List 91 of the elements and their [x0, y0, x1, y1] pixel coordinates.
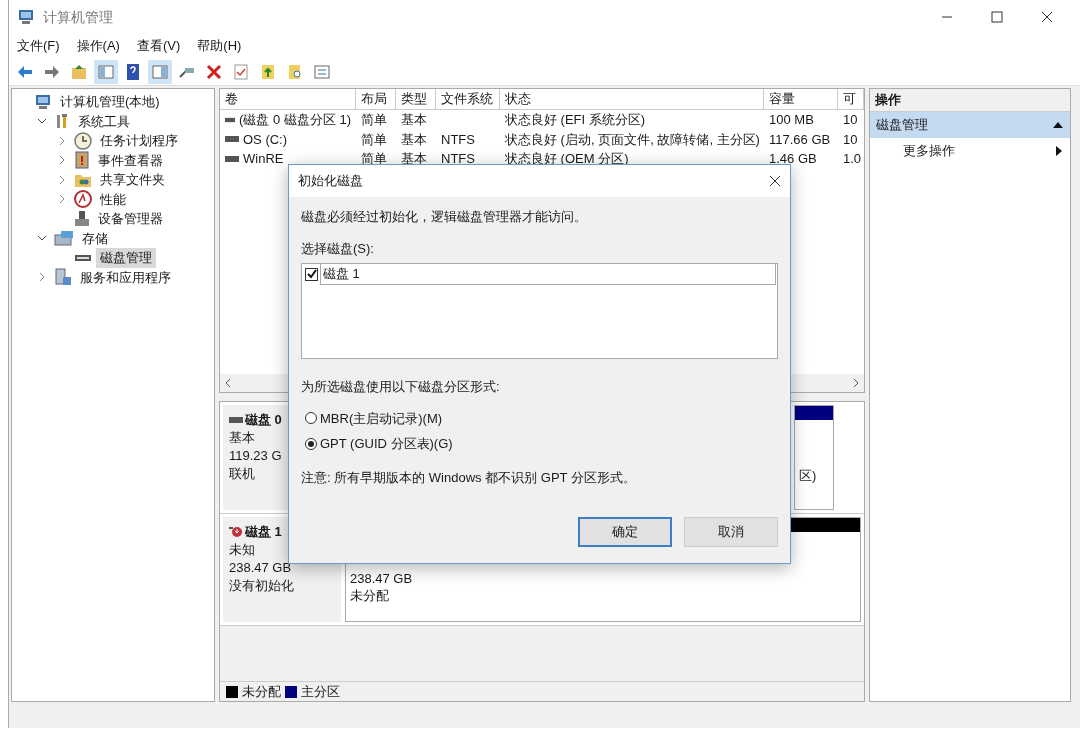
table-cell-text: 10 — [843, 111, 858, 129]
disk-info: 没有初始化 — [229, 577, 294, 595]
drive-icon — [74, 252, 92, 263]
column-header[interactable]: 布局 — [356, 89, 396, 109]
table-cell[interactable]: WinRE — [243, 149, 284, 169]
legend-label: 主分区 — [301, 682, 340, 701]
partition-block[interactable]: 区) — [794, 405, 834, 510]
disk-name: 磁盘 1 — [245, 523, 282, 541]
gauge-icon — [74, 190, 92, 209]
tree-item[interactable]: 设备管理器 — [94, 209, 167, 229]
legend-label: 未分配 — [242, 682, 281, 701]
column-header[interactable]: 文件系统 — [436, 89, 500, 109]
tree-item[interactable]: 计算机管理(本地) — [56, 92, 164, 112]
action-item[interactable]: 更多操作 — [870, 138, 1070, 164]
tree-item[interactable]: 性能 — [96, 189, 130, 209]
column-header[interactable]: 容量 — [764, 89, 838, 109]
checkbox[interactable] — [305, 267, 318, 281]
table-cell-text: 简单 — [361, 150, 387, 168]
tree-item[interactable]: 磁盘管理 — [96, 248, 156, 268]
dialog-title: 初始化磁盘 — [298, 172, 363, 191]
disk-name: 磁盘 0 — [245, 411, 282, 429]
drive-icon — [225, 116, 236, 123]
cancel-button[interactable]: 取消 — [684, 517, 778, 547]
action-section[interactable]: 磁盘管理 — [870, 112, 1070, 138]
collapse-icon[interactable] — [1052, 121, 1064, 129]
column-header[interactable]: 类型 — [396, 89, 436, 109]
services-icon — [54, 268, 72, 287]
table-cell-text: 1.46 GB — [769, 150, 817, 168]
computer-icon — [34, 93, 52, 110]
partition-info: 区) — [799, 467, 817, 484]
table-cell[interactable]: OS (C:) — [243, 129, 288, 149]
disk-info: 未知 — [229, 541, 255, 559]
actions-header: 操作 — [870, 89, 1070, 112]
scroll-left-icon[interactable] — [224, 378, 232, 388]
dialog-message: 磁盘必须经过初始化，逻辑磁盘管理器才能访问。 — [301, 208, 587, 226]
list-item[interactable]: 磁盘 1 — [320, 263, 776, 285]
clock-icon — [74, 131, 92, 150]
tree-item[interactable]: 任务计划程序 — [96, 131, 182, 151]
tree-item[interactable]: 共享文件夹 — [96, 170, 169, 190]
table-cell-text: 1.0 — [843, 150, 862, 168]
menu-item[interactable]: 帮助(H) — [197, 36, 242, 56]
column-header[interactable]: 卷 — [220, 89, 356, 109]
table-cell-text: 100 MB — [769, 111, 814, 129]
radio-button[interactable] — [305, 412, 317, 425]
dialog-prompt: 为所选磁盘使用以下磁盘分区形式: — [301, 378, 500, 396]
menu-item[interactable]: 文件(F) — [17, 36, 60, 56]
tree-item[interactable]: 事件查看器 — [94, 150, 167, 170]
submenu-arrow-icon — [1056, 146, 1062, 156]
menu-item[interactable]: 操作(A) — [76, 36, 120, 56]
partition-info: 未分配 — [350, 587, 389, 604]
close-icon[interactable] — [1041, 11, 1053, 23]
disk-info: 119.23 G — [229, 447, 282, 465]
table-cell-text: 基本 — [401, 111, 427, 129]
table-cell[interactable]: (磁盘 0 磁盘分区 1) — [239, 110, 351, 130]
disk-info: 基本 — [229, 429, 255, 447]
device-icon — [74, 209, 90, 228]
tree-item[interactable]: 服务和应用程序 — [76, 267, 175, 287]
computer-icon — [17, 9, 35, 25]
wrench-icon — [54, 113, 70, 130]
drive-icon — [225, 136, 239, 143]
partition-info: 238.47 GB — [350, 570, 413, 587]
field-label: 选择磁盘(S): — [301, 239, 374, 258]
table-cell-text: 基本 — [401, 150, 427, 168]
disk-info: 238.47 GB — [229, 559, 292, 577]
scroll-right-icon[interactable] — [852, 378, 860, 388]
table-cell-text: 状态良好 (EFI 系统分区) — [505, 111, 646, 129]
disk-info: 联机 — [229, 465, 255, 483]
storage-icon — [54, 230, 74, 247]
menu-item[interactable]: 查看(V) — [136, 36, 181, 56]
radio-button[interactable] — [305, 437, 317, 450]
table-cell-text: 简单 — [361, 130, 387, 149]
table-cell-text: 简单 — [361, 111, 387, 129]
window-title: 计算机管理 — [43, 7, 113, 27]
close-icon[interactable] — [769, 175, 781, 187]
table-cell-text: 10 — [843, 130, 858, 149]
ok-button[interactable]: 确定 — [578, 517, 672, 547]
table-cell-text: NTFS — [441, 130, 475, 149]
column-header[interactable]: 可 — [838, 89, 864, 109]
maximize-icon[interactable] — [991, 11, 1003, 23]
table-cell-text: 状态良好 (启动, 页面文件, 故障转储, 主分区) — [505, 130, 760, 149]
table-cell-text: NTFS — [441, 150, 475, 168]
log-icon — [74, 151, 90, 170]
disk-error-icon — [229, 526, 243, 538]
tree-item[interactable]: 系统工具 — [74, 111, 134, 131]
disk-list[interactable]: 磁盘 1 — [301, 263, 778, 359]
drive-icon — [229, 417, 243, 423]
tree-item[interactable]: 存储 — [78, 228, 112, 248]
table-cell-text: 117.66 GB — [769, 130, 831, 149]
drive-icon — [225, 155, 239, 162]
column-header[interactable]: 状态 — [500, 89, 764, 109]
table-cell-text: 基本 — [401, 130, 427, 149]
